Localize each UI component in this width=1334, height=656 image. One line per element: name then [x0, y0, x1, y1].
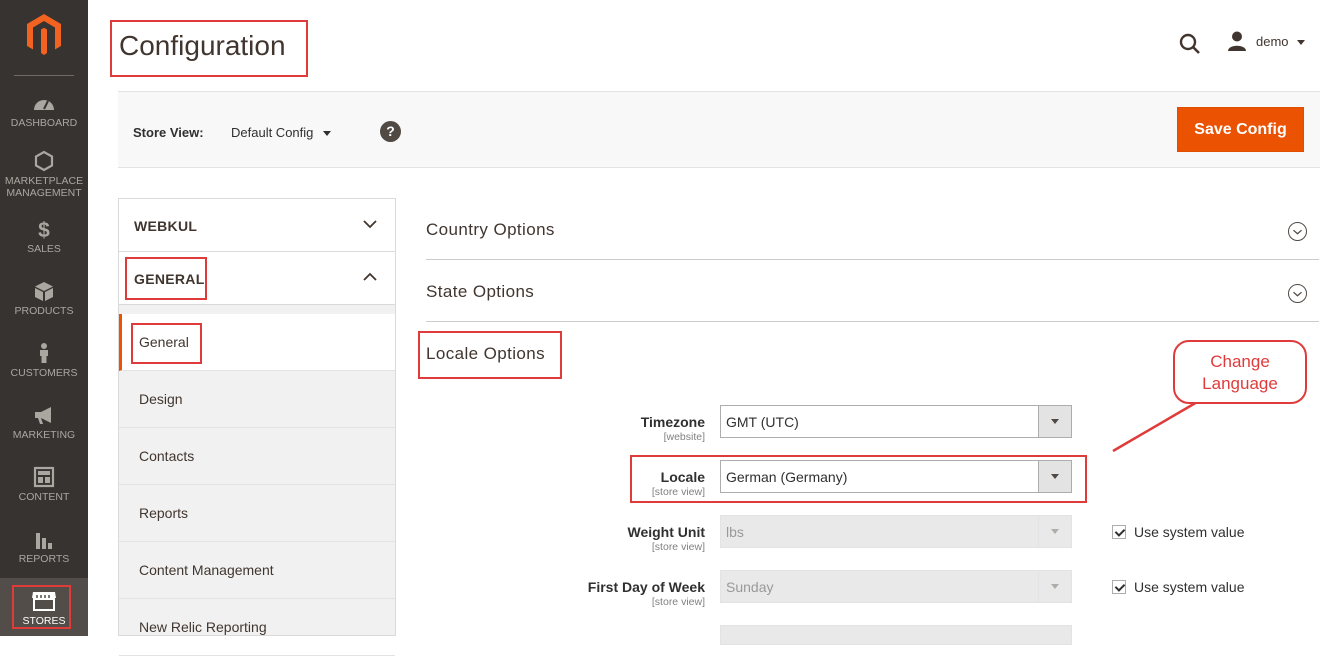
dropdown-arrow-icon[interactable]	[1038, 516, 1071, 547]
timezone-label: Timezone [website]	[640, 414, 705, 443]
dashboard-icon	[34, 100, 54, 110]
dropdown-arrow-icon[interactable]	[1038, 406, 1071, 437]
dropdown-arrow-icon[interactable]	[1038, 571, 1071, 602]
annotation-box-general-tab	[131, 323, 202, 364]
dollar-icon: $	[38, 219, 50, 240]
chevron-down-icon	[363, 220, 377, 229]
user-icon[interactable]	[1227, 31, 1247, 51]
store-view-select[interactable]: Default Config	[231, 125, 313, 140]
nav-dashboard[interactable]: DASHBOARD	[0, 92, 88, 129]
first-day-select[interactable]: Sunday	[720, 570, 1072, 603]
tab-reports[interactable]: Reports	[119, 485, 395, 542]
nav-content[interactable]: CONTENT	[0, 466, 88, 503]
chevron-up-icon	[363, 272, 377, 281]
checkbox-checked-icon[interactable]	[1112, 525, 1126, 539]
nav-marketing[interactable]: MARKETING	[0, 404, 88, 441]
annotation-box-title	[110, 20, 308, 77]
callout-pointer	[1112, 396, 1205, 453]
user-menu-caret-icon[interactable]	[1297, 40, 1305, 45]
svg-text:$: $	[38, 219, 50, 240]
nav-marketplace-management[interactable]: MARKETPLACE MANAGEMENT	[0, 150, 88, 199]
weight-unit-system-value[interactable]: Use system value	[1112, 524, 1244, 540]
hexagon-icon	[34, 150, 54, 172]
annotation-box-locale-field	[630, 455, 1087, 503]
store-view-bar: Store View: Default Config ? Save Config	[118, 91, 1320, 168]
annotation-box-stores	[12, 585, 71, 629]
callout-change-language: Change Language	[1173, 340, 1307, 404]
weight-unit-label: Weight Unit [store view]	[627, 524, 705, 553]
megaphone-icon	[35, 407, 51, 424]
store-view-label: Store View:	[133, 125, 204, 140]
expand-circle-icon	[1288, 284, 1307, 303]
nav-sales[interactable]: $ SALES	[0, 218, 88, 255]
search-icon[interactable]	[1178, 32, 1202, 56]
sidebar-divider	[14, 75, 74, 76]
tab-group-webkul[interactable]: WEBKUL	[119, 199, 395, 252]
tab-content-management[interactable]: Content Management	[119, 542, 395, 599]
tab-design[interactable]: Design	[119, 371, 395, 428]
magento-logo-icon[interactable]	[24, 12, 64, 58]
next-field-select[interactable]	[720, 625, 1072, 645]
layout-icon	[33, 466, 55, 488]
annotation-box-general-group	[125, 257, 207, 300]
nav-products[interactable]: PRODUCTS	[0, 280, 88, 317]
tab-contacts[interactable]: Contacts	[119, 428, 395, 485]
user-name[interactable]: demo	[1256, 34, 1289, 49]
timezone-select[interactable]: GMT (UTC)	[720, 405, 1072, 438]
nav-reports[interactable]: REPORTS	[0, 528, 88, 565]
expand-circle-icon	[1288, 222, 1307, 241]
admin-sidebar: DASHBOARD MARKETPLACE MANAGEMENT $ SALES…	[0, 0, 88, 636]
weight-unit-select[interactable]: lbs	[720, 515, 1072, 548]
bar-chart-icon	[36, 533, 52, 549]
tab-new-relic-reporting[interactable]: New Relic Reporting	[119, 599, 395, 656]
first-day-label: First Day of Week [store view]	[587, 579, 705, 608]
checkbox-checked-icon[interactable]	[1112, 580, 1126, 594]
nav-customers[interactable]: CUSTOMERS	[0, 342, 88, 379]
section-state-options[interactable]: State Options	[426, 260, 1319, 322]
save-config-button[interactable]: Save Config	[1177, 107, 1304, 152]
help-icon[interactable]: ?	[380, 121, 401, 142]
annotation-box-locale-options	[418, 331, 562, 379]
cube-icon	[35, 282, 53, 301]
section-country-options[interactable]: Country Options	[426, 198, 1319, 260]
first-day-system-value[interactable]: Use system value	[1112, 579, 1244, 595]
person-icon	[40, 343, 48, 363]
store-view-caret-icon[interactable]	[323, 131, 331, 136]
